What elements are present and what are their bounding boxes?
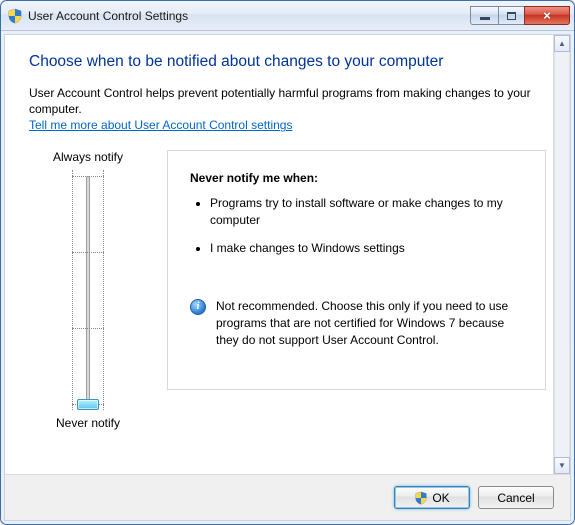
ok-button-label: OK bbox=[432, 491, 449, 505]
recommendation-text: Not recommended. Choose this only if you… bbox=[216, 298, 527, 348]
uac-settings-window: User Account Control Settings × Choose w… bbox=[0, 0, 575, 525]
client-area: Choose when to be notified about changes… bbox=[1, 31, 574, 524]
uac-shield-icon bbox=[7, 8, 23, 24]
description-bullet: Programs try to install software or make… bbox=[210, 195, 527, 227]
page-heading: Choose when to be notified about changes… bbox=[29, 53, 546, 71]
window-controls: × bbox=[470, 6, 570, 25]
dialog-footer: OK Cancel bbox=[5, 474, 570, 520]
slider-label-bottom: Never notify bbox=[29, 416, 147, 430]
notification-slider[interactable] bbox=[72, 170, 104, 410]
slider-label-top: Always notify bbox=[29, 150, 147, 164]
cancel-button[interactable]: Cancel bbox=[478, 486, 554, 509]
uac-shield-icon bbox=[414, 491, 428, 505]
maximize-button[interactable] bbox=[498, 6, 524, 25]
help-link[interactable]: Tell me more about User Account Control … bbox=[29, 118, 292, 132]
level-description-panel: Never notify me when: Programs try to in… bbox=[167, 150, 546, 390]
cancel-button-label: Cancel bbox=[497, 491, 534, 505]
slider-thumb[interactable] bbox=[77, 399, 99, 410]
notification-slider-group: Always notify Never notify bbox=[29, 150, 147, 430]
ok-button[interactable]: OK bbox=[394, 486, 470, 509]
intro-text: User Account Control helps prevent poten… bbox=[29, 85, 546, 117]
description-title: Never notify me when: bbox=[190, 171, 527, 185]
info-icon: i bbox=[190, 299, 206, 315]
scroll-up-button[interactable]: ▲ bbox=[554, 35, 570, 52]
close-button[interactable]: × bbox=[524, 6, 570, 25]
vertical-scrollbar[interactable]: ▲ ▼ bbox=[553, 35, 570, 474]
description-bullet: I make changes to Windows settings bbox=[210, 240, 527, 256]
scroll-down-button[interactable]: ▼ bbox=[554, 457, 570, 474]
titlebar[interactable]: User Account Control Settings × bbox=[1, 1, 574, 31]
minimize-button[interactable] bbox=[470, 6, 498, 25]
window-title: User Account Control Settings bbox=[28, 9, 470, 23]
